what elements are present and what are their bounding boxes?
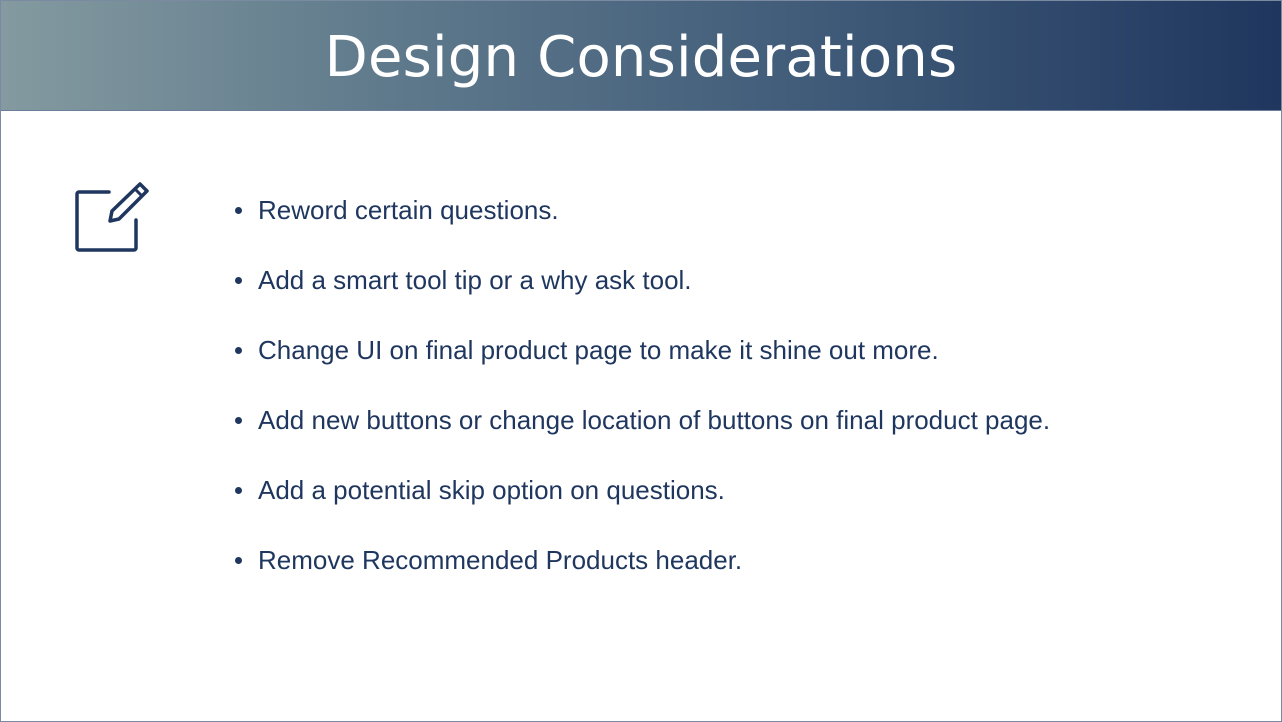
title-banner: Design Considerations	[1, 1, 1281, 111]
bullet-dot	[235, 417, 242, 424]
bullet-item: Add new buttons or change location of bu…	[231, 391, 1050, 461]
bullet-text: Add new buttons or change location of bu…	[258, 405, 1051, 435]
bullet-item: Add a potential skip option on questions…	[231, 461, 1050, 531]
edit-icon	[73, 179, 153, 255]
bullet-list: Reword certain questions. Add a smart to…	[231, 181, 1050, 601]
bullet-item: Change UI on final product page to make …	[231, 321, 1050, 391]
slide-title: Design Considerations	[324, 25, 958, 90]
bullet-item: Remove Recommended Products header.	[231, 531, 1050, 601]
bullet-dot	[235, 557, 242, 564]
bullet-dot	[235, 487, 242, 494]
bullet-text: Reword certain questions.	[258, 195, 559, 225]
bullet-text: Remove Recommended Products header.	[258, 545, 743, 575]
bullet-dot	[235, 277, 242, 284]
bullet-text: Add a potential skip option on questions…	[258, 475, 725, 505]
bullet-dot	[235, 207, 242, 214]
bullet-item: Reword certain questions.	[231, 181, 1050, 251]
bullet-dot	[235, 347, 242, 354]
bullet-text: Add a smart tool tip or a why ask tool.	[258, 265, 692, 295]
bullet-text: Change UI on final product page to make …	[258, 335, 939, 365]
slide: Design Considerations Reword certain que…	[0, 0, 1282, 722]
bullet-item: Add a smart tool tip or a why ask tool.	[231, 251, 1050, 321]
